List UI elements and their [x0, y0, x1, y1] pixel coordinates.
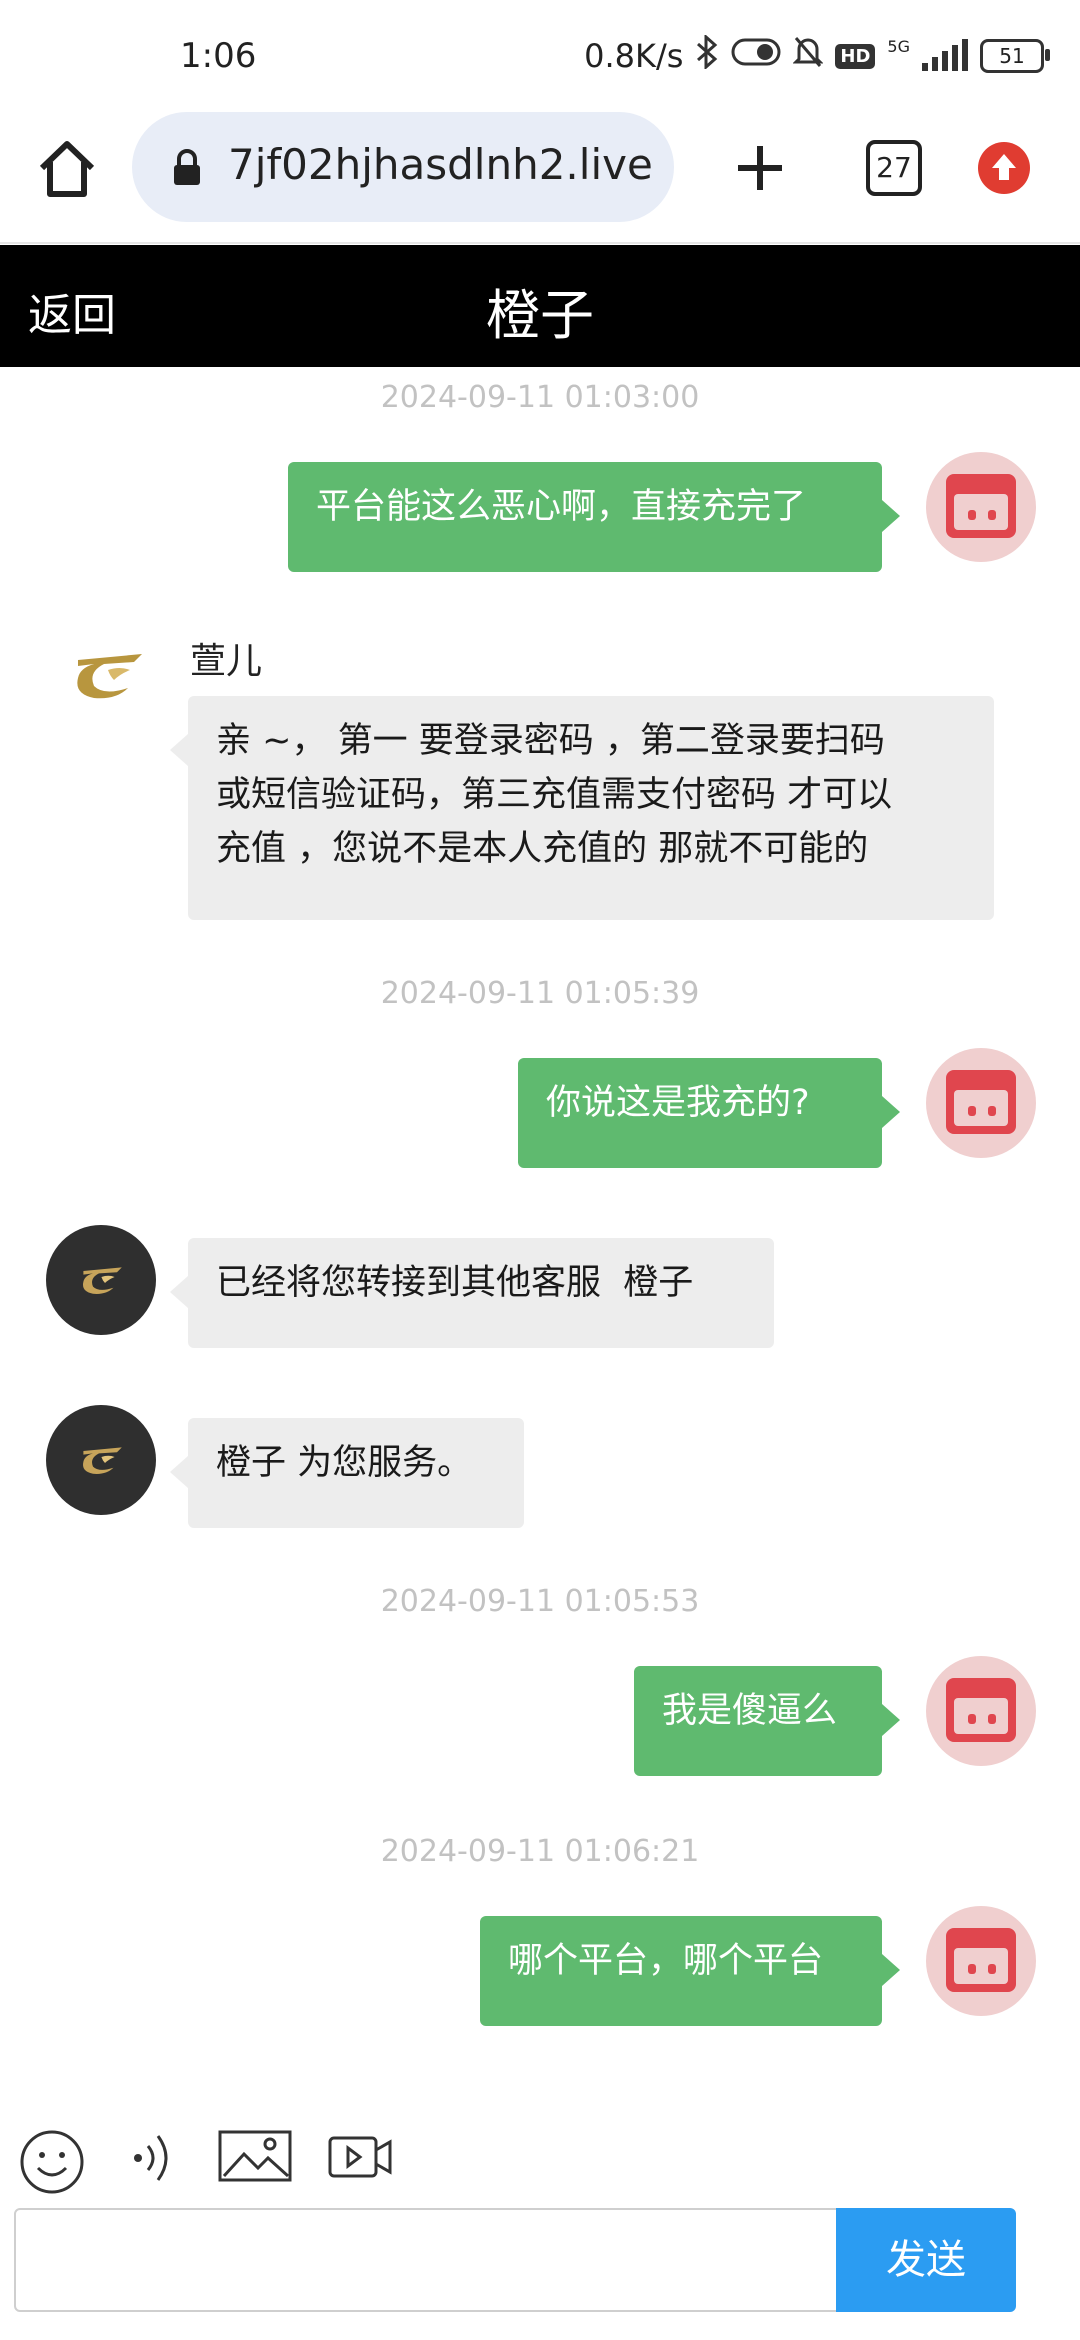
agent-avatar[interactable] [46, 1225, 156, 1335]
image-button[interactable] [218, 2128, 292, 2188]
message-line: 充值 ，您说不是本人充值的 那就不可能的 [216, 829, 869, 869]
status-bar: 1:06 0.8K/s HD 5G 51 [0, 0, 1080, 110]
timestamp: 2024-09-11 01:05:39 [380, 976, 700, 1011]
message-input[interactable] [16, 2210, 836, 2310]
mute-bell-icon [792, 35, 825, 77]
voice-icon [134, 2135, 168, 2181]
timestamp: 2024-09-11 01:03:00 [380, 380, 700, 415]
status-icons: 0.8K/s HD 5G 51 [584, 33, 1050, 77]
agent-logo-icon [83, 1447, 122, 1474]
timestamp: 2024-09-11 01:06:21 [380, 1834, 700, 1869]
composer-toolbar [0, 2110, 1080, 2200]
message-bubble-outgoing[interactable]: 我是傻逼么 [634, 1666, 900, 1776]
message-bubble-outgoing[interactable]: 平台能这么恶心啊，直接充完了 [288, 462, 900, 572]
tabs-button[interactable]: 27 [866, 140, 922, 196]
message-bubble-incoming[interactable]: 亲 ~， 第一 要登录密码 ，第二登录要扫码 或短信验证码，第三充值需支付密码 … [170, 696, 994, 920]
status-time: 1:06 [180, 36, 257, 76]
address-bar[interactable]: 7jf02hjhasdlnh2.live [132, 112, 674, 222]
lock-icon [174, 149, 200, 185]
timestamp: 2024-09-11 01:05:53 [380, 1584, 700, 1619]
message-line: 或短信验证码，第三充值需支付密码 才可以 [216, 775, 893, 815]
page-title: 橙子 [486, 284, 594, 347]
emoji-button[interactable] [18, 2128, 86, 2200]
avatar[interactable] [926, 1656, 1036, 1766]
message-bubble-outgoing[interactable]: 哪个平台，哪个平台 [480, 1916, 900, 2026]
chat-header: 返回 橙子 [0, 245, 1080, 367]
signal-icon [922, 39, 968, 71]
network-type: 5G [887, 36, 910, 56]
agent-avatar[interactable] [46, 1405, 156, 1515]
toggle-icon [731, 37, 781, 75]
avatar[interactable] [926, 1048, 1036, 1158]
message-text: 平台能这么恶心啊，直接充完了 [316, 487, 807, 527]
home-icon [39, 141, 95, 197]
browser-toolbar: 7jf02hjhasdlnh2.live 27 [0, 110, 1080, 244]
message-bubble-outgoing[interactable]: 你说这是我充的? [518, 1058, 900, 1168]
plus-icon [738, 146, 782, 190]
hd-icon: HD [835, 43, 876, 69]
agent-logo-icon [64, 640, 154, 710]
message-text: 橙子 为您服务。 [216, 1443, 473, 1483]
sender-name: 萱儿 [190, 641, 263, 682]
avatar[interactable] [926, 1906, 1036, 2016]
image-icon [218, 2130, 292, 2182]
bluetooth-icon [695, 33, 719, 77]
voice-button[interactable] [126, 2128, 182, 2192]
agent-logo-icon [83, 1267, 122, 1294]
home-button[interactable] [32, 134, 102, 204]
update-icon [992, 154, 1016, 180]
message-text: 你说这是我充的? [546, 1083, 810, 1123]
avatar[interactable] [926, 452, 1036, 562]
new-tab-button[interactable] [732, 140, 788, 196]
composer: 发送 [14, 2208, 1016, 2312]
video-button[interactable] [328, 2128, 392, 2188]
network-speed: 0.8K/s [584, 37, 684, 75]
message-bubble-incoming[interactable]: 橙子 为您服务。 [170, 1418, 524, 1528]
url-text: 7jf02hjhasdlnh2.live [228, 140, 653, 189]
video-icon [328, 2136, 392, 2178]
emoji-icon [20, 2130, 84, 2194]
message-text: 已经将您转接到其他客服 橙子 [216, 1263, 694, 1303]
update-button[interactable] [978, 142, 1030, 194]
battery-icon: 51 [980, 39, 1050, 73]
message-bubble-incoming[interactable]: 已经将您转接到其他客服 橙子 [170, 1238, 774, 1348]
message-text: 哪个平台，哪个平台 [508, 1941, 824, 1981]
send-button[interactable]: 发送 [836, 2208, 1016, 2312]
message-text: 我是傻逼么 [662, 1691, 838, 1731]
message-line: 亲 ~， 第一 要登录密码 ，第二登录要扫码 [216, 721, 885, 761]
